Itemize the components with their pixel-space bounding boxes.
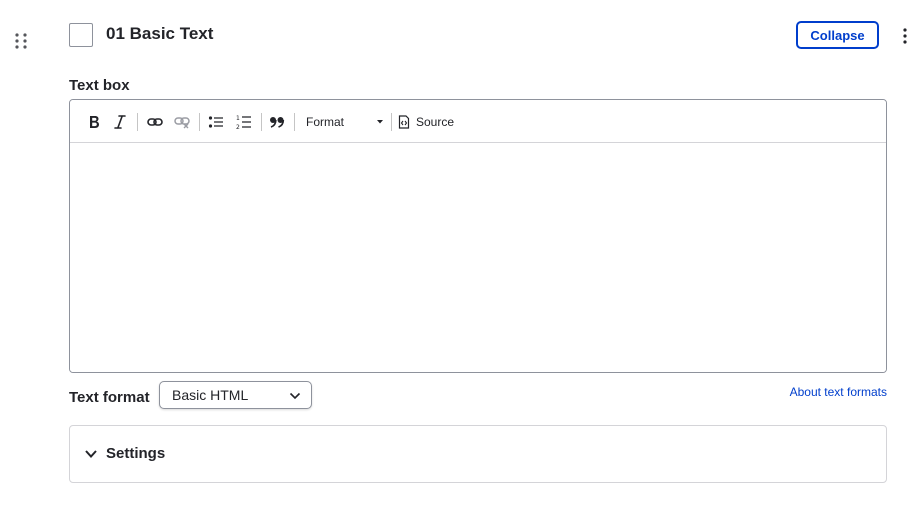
text-format-selected-value: Basic HTML [172,387,249,403]
toolbar-separator [261,113,262,131]
bold-button[interactable] [84,111,104,133]
link-icon [147,118,163,126]
source-icon [398,115,410,129]
source-button[interactable]: Source [398,111,460,133]
editor-content-area[interactable] [70,143,886,372]
chevron-down-icon [289,392,301,400]
toolbar-separator [391,113,392,131]
bulleted-list-button[interactable] [205,111,227,133]
numbered-list-icon: 1 2 [236,115,251,130]
format-dropdown-label: Format [306,115,345,129]
blockquote-icon [270,117,285,128]
settings-summary-label: Settings [106,445,166,462]
text-format-label: Text format [69,389,150,406]
editor-toolbar: 1 2 Format Source [70,100,886,143]
svg-text:1: 1 [236,115,240,122]
blockquote-button[interactable] [266,111,288,133]
settings-details[interactable]: Settings [69,425,887,483]
numbered-list-button[interactable]: 1 2 [233,111,255,133]
bulleted-list-icon [208,116,223,128]
unlink-icon [174,117,190,129]
text-box-label: Text box [69,77,130,94]
about-text-formats-link[interactable]: About text formats [790,385,887,399]
text-format-select[interactable]: Basic HTML [159,381,312,409]
toolbar-separator [294,113,295,131]
source-button-label: Source [416,115,455,129]
unlink-button[interactable] [171,111,193,133]
paragraph-title: 01 Basic Text [106,24,214,43]
caret-down-icon [377,120,383,124]
select-paragraph-checkbox[interactable] [69,23,93,47]
rich-text-editor: 1 2 Format Source [69,99,887,373]
format-dropdown[interactable]: Format [300,111,386,133]
italic-button[interactable] [110,111,130,133]
toolbar-separator [199,113,200,131]
chevron-down-icon [85,450,97,458]
link-button[interactable] [144,111,166,133]
toolbar-separator [137,113,138,131]
collapse-button[interactable]: Collapse [796,21,879,49]
drag-handle-icon[interactable] [14,32,28,50]
paragraph-item: 01 Basic Text Collapse Text box 1 2 Form… [0,0,923,511]
more-actions-icon[interactable] [901,27,909,45]
svg-text:2: 2 [236,124,240,130]
italic-icon [114,115,126,129]
bold-icon [90,116,99,128]
